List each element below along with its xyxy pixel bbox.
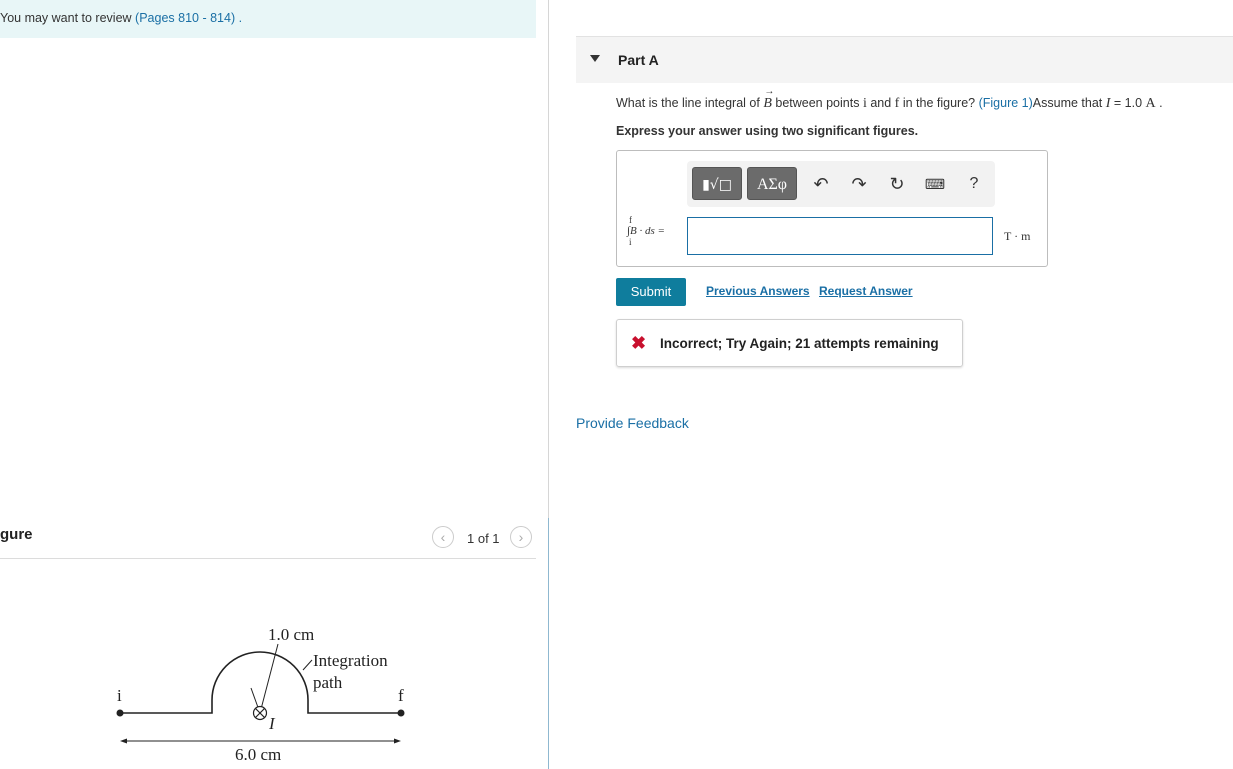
templates-button[interactable]: ▮√□ (692, 167, 742, 200)
question-point-i: i (862, 96, 867, 111)
undo-icon[interactable]: ↶ (809, 173, 833, 195)
point-i-dot (116, 709, 124, 717)
question-end: . (1159, 96, 1163, 110)
question-and: and (870, 96, 892, 110)
answer-unit: T · m (1004, 229, 1031, 243)
previous-answers-link[interactable]: Previous Answers (706, 284, 810, 298)
path-label: path (313, 673, 343, 692)
integral-upper-limit: f (629, 215, 632, 225)
left-pane: You may want to review (Pages 810 - 814)… (0, 0, 548, 769)
figure-1-link[interactable]: (Figure 1) (979, 96, 1033, 110)
width-arrow-left (120, 738, 127, 744)
prev-figure-button[interactable]: ‹ (432, 526, 454, 548)
next-figure-button[interactable]: › (510, 526, 532, 548)
integral-lhs: f ∫B · ds = i (627, 215, 665, 247)
radius-leader-line (259, 643, 279, 714)
question-current-unit: A (1145, 96, 1156, 111)
question-assume: Assume that (1032, 96, 1103, 110)
templates-icon: ▮√□ (702, 177, 732, 193)
review-banner: You may want to review (Pages 810 - 814)… (0, 0, 536, 38)
greek-symbols-button[interactable]: ΑΣφ (747, 167, 797, 200)
submit-button[interactable]: Submit (616, 278, 686, 306)
pane-divider-lower[interactable] (548, 518, 549, 769)
question-current-symbol: I (1105, 96, 1111, 111)
part-title: Part A (618, 52, 659, 68)
review-suffix: . (238, 11, 243, 25)
vector-b-symbol: → B (763, 86, 775, 111)
math-toolbar: ▮√□ ΑΣφ ↶ ↷ ↻ ⌨ ? (687, 161, 995, 207)
figure-pager-text: 1 of 1 (467, 531, 500, 546)
integral-expression: ∫B · ds = (627, 225, 665, 237)
point-i-label: i (117, 686, 122, 705)
feedback-status-text: Incorrect; Try Again; 21 attempts remain… (660, 336, 939, 351)
keyboard-icon[interactable]: ⌨ (923, 173, 947, 195)
width-label: 6.0 cm (235, 745, 281, 764)
chevron-left-icon: ‹ (440, 529, 446, 545)
figure-diagram: 1.0 cm Integration path i f I 6.0 cm (116, 625, 405, 764)
integral-lower-limit: i (629, 237, 632, 247)
request-answer-link[interactable]: Request Answer (819, 284, 913, 298)
help-button[interactable]: ? (962, 173, 986, 195)
width-arrow-right (394, 738, 401, 744)
figure-header: gure ‹ 1 of 1 › (0, 520, 536, 559)
question-mid1: between points (775, 96, 860, 110)
question-text: What is the line integral of → B between … (616, 86, 1163, 112)
figure-title: gure (0, 526, 33, 543)
path-leader-line (302, 659, 313, 671)
answer-input[interactable] (687, 217, 993, 255)
collapse-caret-icon[interactable] (590, 55, 600, 62)
provide-feedback-link[interactable]: Provide Feedback (576, 415, 689, 431)
point-f-label: f (398, 686, 404, 705)
review-pages-link[interactable]: (Pages 810 - 814) (135, 11, 235, 25)
part-a-header[interactable]: Part A (576, 36, 1233, 83)
question-mid2: in the figure? (902, 96, 976, 110)
chevron-right-icon: › (518, 529, 524, 545)
point-f-dot (397, 709, 405, 717)
integration-label: Integration (313, 651, 388, 670)
x-icon: ✖ (631, 333, 647, 353)
feedback-message: ✖ Incorrect; Try Again; 21 attempts rema… (616, 319, 963, 367)
radius-label: 1.0 cm (268, 625, 314, 644)
question-current-value: = 1.0 (1113, 96, 1143, 110)
question-pre: What is the line integral of (616, 96, 760, 110)
redo-icon[interactable]: ↷ (847, 173, 871, 195)
answer-box: ▮√□ ΑΣφ ↶ ↷ ↻ ⌨ ? f ∫B · ds = i T · m (616, 150, 1048, 267)
instruction-text: Express your answer using two significan… (616, 124, 919, 138)
review-prefix: You may want to review (0, 11, 132, 25)
current-label: I (268, 714, 276, 733)
reset-icon[interactable]: ↻ (885, 173, 909, 195)
question-point-f: f (894, 96, 900, 111)
